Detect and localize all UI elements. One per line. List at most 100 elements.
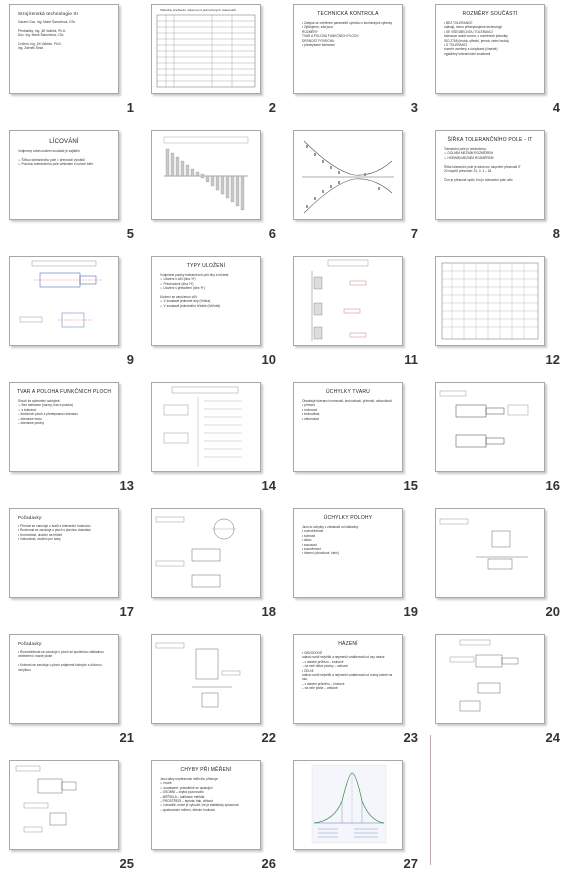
table-figure [156,14,256,88]
slide-text: Jsou to úchylky v závislosti od základny… [302,525,359,556]
slide-thumbnail[interactable]: ÚCHYLKY POLOHY Jsou to úchylky v závislo… [288,506,428,631]
fit-types-figure [311,259,369,341]
slide-thumbnail[interactable]: TVAR A POLOHA FUNKČNÍCH PLOCH Slouží ke … [4,380,144,505]
slide-thumbnail[interactable]: 12 [430,254,569,379]
slide-preview [151,382,261,472]
slide-number: 18 [261,604,276,619]
slide-preview: LÍCOVÁNÍ Vzájemný vztah uložení součástí… [9,130,119,220]
slide-text: • Zabývá se ověřením parametrů výrobku s… [302,21,393,48]
slide-title: ÚCHYLKY TVARU [325,389,370,395]
slide-thumbnail[interactable]: Tabulka přehledu vlastností jednotlivých… [146,2,286,127]
slide-thumbnail[interactable]: ŠÍŘKA TOLERANČNÍHO POLE - IT Toleranční … [430,128,569,253]
slide-thumbnail[interactable]: 27 [288,758,428,883]
slide-thumbnail[interactable]: TECHNICKÁ KONTROLA • Zabývá se ověřením … [288,2,428,127]
tolerance-symbols-figure [163,386,242,467]
slide-preview: ROZMĚRY SOUČÁSTÍ • BEZ TOLERANCE udávají… [435,4,545,94]
slide-text: • OBVODOVÉ udává rozdíl největší a nejme… [302,651,393,691]
slide-title: ROZMĚRY SOUČÁSTÍ [462,11,518,17]
slide-preview: TVAR A POLOHA FUNKČNÍCH PLOCH Slouží ke … [9,382,119,472]
shaft-drawing-figure [439,390,529,448]
slide-thumbnail[interactable]: 14 [146,380,286,505]
slide-preview [151,634,261,724]
slide-preview: Tabulka přehledu vlastností jednotlivých… [151,4,261,94]
slide-title: CHYBY PŘI MĚŘENÍ [180,767,232,773]
slide-number: 26 [261,856,276,871]
slide-preview [435,508,545,598]
slide-thumbnail[interactable]: Požadavky: • Přímost se zaručuje u tvarů… [4,506,144,631]
slide-preview: ŠÍŘKA TOLERANČNÍHO POLE - IT Toleranční … [435,130,545,220]
slide-thumbnail[interactable]: 18 [146,506,286,631]
slide-text: Vzájemný vztah uložení součástí je zajiš… [18,149,93,167]
slide-preview: Požadavky: • Rovnoběžnost se zaručuje u … [9,634,119,724]
runout-figure [15,765,77,833]
slide-preview: Strojírenská technologie III Garant: Doc… [9,4,119,94]
slide-thumbnail[interactable]: Strojírenská technologie III Garant: Doc… [4,2,144,127]
slide-title: Požadavky: [18,515,43,520]
slide-thumbnail[interactable]: TYPY ULOŽENÍ Vzájemné polohy tolerančníc… [146,254,286,379]
slide-title: TVAR A POLOHA FUNKČNÍCH PLOCH [16,389,112,395]
slide-thumbnail[interactable]: 24 [430,632,569,757]
slide-thumbnail[interactable]: 22 [146,632,286,757]
slide-number: 17 [119,604,134,619]
slide-preview: ÚCHYLKY POLOHY Jsou to úchylky v závislo… [293,508,403,598]
slide-text: Vzájemné polohy tolerančních polí díry a… [160,273,230,308]
table-figure [441,262,539,340]
slide-preview: HÁZENÍ • OBVODOVÉ udává rozdíl největší … [293,634,403,724]
slide-number: 22 [261,730,276,745]
slide-thumbnail[interactable]: ROZMĚRY SOUČÁSTÍ • BEZ TOLERANCE udávají… [430,2,569,127]
slide-text: Toleranční pole je ohraničeno: ➢ DOLNÍM … [444,147,521,182]
slide-number: 6 [268,226,276,241]
slide-number: 5 [126,226,134,241]
shaft-drawing-figure [19,260,102,328]
slide-thumbnail[interactable]: CHYBY PŘI MĚŘENÍ Jsou dány nepřesností m… [146,758,286,883]
slide-title: HÁZENÍ [338,641,358,647]
slide-preview [293,256,403,346]
slide-number: 21 [119,730,134,745]
slide-title: TYPY ULOŽENÍ [186,263,226,269]
gaussian-curve-figure [311,764,387,844]
slide-title: TECHNICKÁ KONTROLA [317,11,379,17]
tolerance-chart-figure [163,136,249,211]
slide-number: 19 [403,604,418,619]
slide-preview [293,130,403,220]
slide-thumbnail[interactable]: 11 [288,254,428,379]
slide-thumbnail[interactable]: Požadavky: • Rovnoběžnost se zaručuje u … [4,632,144,757]
slide-number: 16 [545,478,560,493]
slide-preview [151,130,261,220]
slide-title: Strojírenská technologie III [18,11,78,16]
slide-number: 2 [268,100,276,115]
slide-text: Garant: Doc. Ing. Marie Šamoňová, CSc Př… [18,20,76,51]
slide-number: 8 [552,226,560,241]
slide-number: 13 [119,478,134,493]
slide-thumbnail[interactable]: 6 [146,128,286,253]
slide-number: 1 [126,100,134,115]
slide-preview [151,508,261,598]
slide-number: 3 [410,100,418,115]
slide-number: 7 [410,226,418,241]
slide-preview [435,634,545,724]
slide-number: 20 [545,604,560,619]
slide-number: 9 [126,352,134,367]
slide-thumbnail[interactable]: 9 [4,254,144,379]
slide-number: 4 [552,100,560,115]
slide-thumbnail[interactable]: 25 [4,758,144,883]
slide-number: 12 [545,352,560,367]
slide-text: • Přímost se zaručuje u tvarů s toleranč… [18,524,91,542]
slide-title: ŠÍŘKA TOLERANČNÍHO POLE - IT [447,137,533,143]
slide-thumbnail[interactable]: HÁZENÍ • OBVODOVÉ udává rozdíl největší … [288,632,428,757]
slide-thumbnail[interactable]: LÍCOVÁNÍ Vzájemný vztah uložení součástí… [4,128,144,253]
slide-thumbnail[interactable]: ÚCHYLKY TVARU Obsahuje toleranci rovinno… [288,380,428,505]
slide-preview [9,760,119,850]
slide-thumbnail[interactable]: 20 [430,506,569,631]
slide-preview [435,382,545,472]
slide-text: • BEZ TOLERANCE udávají, čemu předepisuj… [444,21,509,56]
slide-text: Jsou dány nepřesností měřicího přístroje… [160,777,239,812]
slide-title: ÚCHYLKY POLOHY [323,515,373,521]
slide-number: 10 [261,352,276,367]
runout-figure [449,639,519,712]
slide-thumbnail[interactable]: 16 [430,380,569,505]
slide-preview: CHYBY PŘI MĚŘENÍ Jsou dány nepřesností m… [151,760,261,850]
slide-thumbnail[interactable]: 7 [288,128,428,253]
slide-sorter-view: Strojírenská technologie III Garant: Doc… [0,0,569,880]
slide-title: LÍCOVÁNÍ [49,139,79,145]
